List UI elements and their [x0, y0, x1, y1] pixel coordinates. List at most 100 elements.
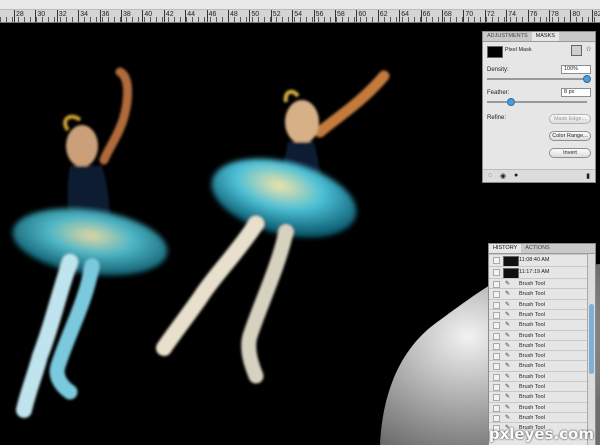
- history-brush-checkbox[interactable]: [493, 404, 500, 412]
- ruler-tick-label: 44: [187, 11, 195, 18]
- refine-label: Refine:: [487, 115, 507, 121]
- mask-edge-button[interactable]: Mask Edge...: [549, 114, 591, 124]
- brush-icon: ✎: [505, 301, 511, 308]
- ruler-top-strip: [0, 0, 600, 10]
- ruler-tick-label: 76: [529, 11, 538, 18]
- history-brush-checkbox[interactable]: [493, 373, 500, 381]
- history-brush-checkbox[interactable]: [493, 353, 500, 361]
- ruler-major-tick: [463, 10, 465, 22]
- history-state-label: Brush Tool: [519, 311, 545, 318]
- feather-slider-thumb[interactable]: [507, 98, 515, 106]
- brush-icon: ✎: [505, 414, 511, 421]
- ruler-major-tick: [420, 10, 422, 22]
- history-state-label: Brush Tool: [519, 342, 545, 349]
- density-slider-thumb[interactable]: [583, 75, 591, 83]
- ruler-major-tick: [506, 10, 508, 22]
- tab-masks[interactable]: MASKS: [531, 32, 559, 41]
- ruler-tick-label: 70: [465, 11, 474, 18]
- ruler-major-tick: [163, 10, 165, 22]
- ruler-major-tick: [442, 10, 443, 22]
- mask-type-label: Pixel Mask: [505, 47, 532, 53]
- brush-icon: ✎: [505, 281, 511, 287]
- trash-icon[interactable]: ▮: [586, 172, 590, 180]
- history-scrollbar[interactable]: [587, 254, 595, 445]
- tab-adjustments[interactable]: ADJUSTMENTS: [483, 32, 532, 41]
- history-panel: HISTORY ACTIONS 11:08:40 AM 11:17:19 AM ✎ B…: [488, 243, 596, 445]
- apply-mask-icon[interactable]: ◉: [500, 172, 506, 180]
- ruler-major-tick: [270, 10, 272, 22]
- ruler-major-tick: [377, 10, 379, 22]
- tab-history[interactable]: HISTORY: [489, 244, 522, 253]
- vector-mask-icon[interactable]: ☆: [584, 45, 593, 54]
- brush-icon: ✎: [505, 322, 511, 329]
- ruler-tick-label: 56: [315, 11, 324, 18]
- snapshot-source-checkbox[interactable]: [493, 269, 500, 276]
- history-scrollbar-thumb[interactable]: [589, 304, 594, 374]
- ruler-major-tick: [206, 10, 208, 22]
- ruler-major-tick: [14, 10, 15, 22]
- color-range-button[interactable]: Color Range...: [549, 131, 591, 141]
- history-brush-checkbox[interactable]: [493, 291, 500, 299]
- ruler-tick-label: 36: [101, 11, 110, 18]
- history-brush-checkbox[interactable]: [493, 311, 500, 319]
- history-state-label: Brush Tool: [519, 363, 545, 370]
- ruler-tick-label: 28: [16, 11, 24, 18]
- masks-panel-footer: ◌ ◉ ● ▮: [483, 169, 595, 182]
- horizontal-ruler: 28 30 32 34 36 38 40 42 44 46 48 50 52 54 56 58 60 62 64 66…: [0, 0, 600, 23]
- history-brush-checkbox[interactable]: [493, 301, 500, 309]
- ruler-tick-label: 50: [251, 11, 260, 18]
- ruler-tick-label: 48: [230, 11, 238, 18]
- brush-icon: ✎: [505, 384, 511, 390]
- history-state-label: Brush Tool: [519, 353, 545, 360]
- snapshot-label: 11:17:19 AM: [519, 269, 550, 275]
- ruler-major-tick: [185, 10, 187, 22]
- history-state-label: Brush Tool: [519, 332, 545, 339]
- ruler-tick-label: 68: [444, 11, 452, 18]
- history-state-label: Brush Tool: [519, 291, 545, 298]
- density-field[interactable]: 100%: [561, 65, 591, 74]
- invert-button[interactable]: Invert: [549, 148, 591, 158]
- ruler-tick-label: 62: [379, 11, 388, 18]
- ruler-tick-label: 64: [401, 11, 409, 18]
- document-canvas[interactable]: ADJUSTMENTS MASKS Pixel Mask ☆ Density: …: [0, 23, 600, 445]
- ruler-major-tick: [99, 10, 101, 22]
- history-brush-checkbox[interactable]: [493, 281, 500, 288]
- tab-actions[interactable]: ACTIONS: [521, 244, 553, 253]
- history-state-label: Brush Tool: [519, 301, 545, 308]
- ruler-tick-label: 60: [358, 11, 367, 18]
- ruler-major-tick: [335, 10, 336, 22]
- history-brush-checkbox[interactable]: [493, 342, 500, 350]
- ruler-tick-label: 34: [80, 11, 88, 18]
- history-state-label: Brush Tool: [519, 322, 545, 329]
- brush-icon: ✎: [505, 404, 511, 411]
- feather-field[interactable]: 8 px: [561, 88, 591, 97]
- snapshot-source-checkbox[interactable]: [493, 257, 500, 264]
- history-state-label: Brush Tool: [519, 384, 545, 390]
- brush-icon: ✎: [505, 353, 511, 360]
- density-slider-track[interactable]: [487, 78, 587, 80]
- brush-icon: ✎: [505, 373, 511, 380]
- ruler-tick-label: 38: [123, 11, 131, 18]
- watermark: pxleyes.com: [488, 425, 594, 443]
- ruler-major-tick: [313, 10, 315, 22]
- ruler-tick-label: 78: [551, 11, 559, 18]
- history-state-label: Brush Tool: [519, 373, 545, 380]
- ruler-major-tick: [228, 10, 229, 22]
- ruler-major-tick: [570, 10, 572, 22]
- ruler-major-tick: [549, 10, 550, 22]
- feather-slider-track[interactable]: [487, 101, 587, 103]
- ruler-tick-label: 40: [144, 11, 153, 18]
- brush-icon: ✎: [505, 332, 511, 339]
- pixel-mask-button[interactable]: [571, 45, 582, 56]
- history-brush-checkbox[interactable]: [493, 363, 500, 371]
- history-brush-checkbox[interactable]: [493, 322, 500, 330]
- history-brush-checkbox[interactable]: [493, 332, 500, 340]
- history-brush-checkbox[interactable]: [493, 394, 500, 402]
- history-brush-checkbox[interactable]: [493, 414, 500, 422]
- ruler-major-tick: [356, 10, 358, 22]
- brush-icon: ✎: [505, 311, 511, 318]
- history-brush-checkbox[interactable]: [493, 384, 500, 391]
- visibility-eye-icon[interactable]: ●: [514, 172, 518, 179]
- snapshot-label: 11:08:40 AM: [519, 257, 550, 263]
- load-selection-icon[interactable]: ◌: [488, 172, 492, 179]
